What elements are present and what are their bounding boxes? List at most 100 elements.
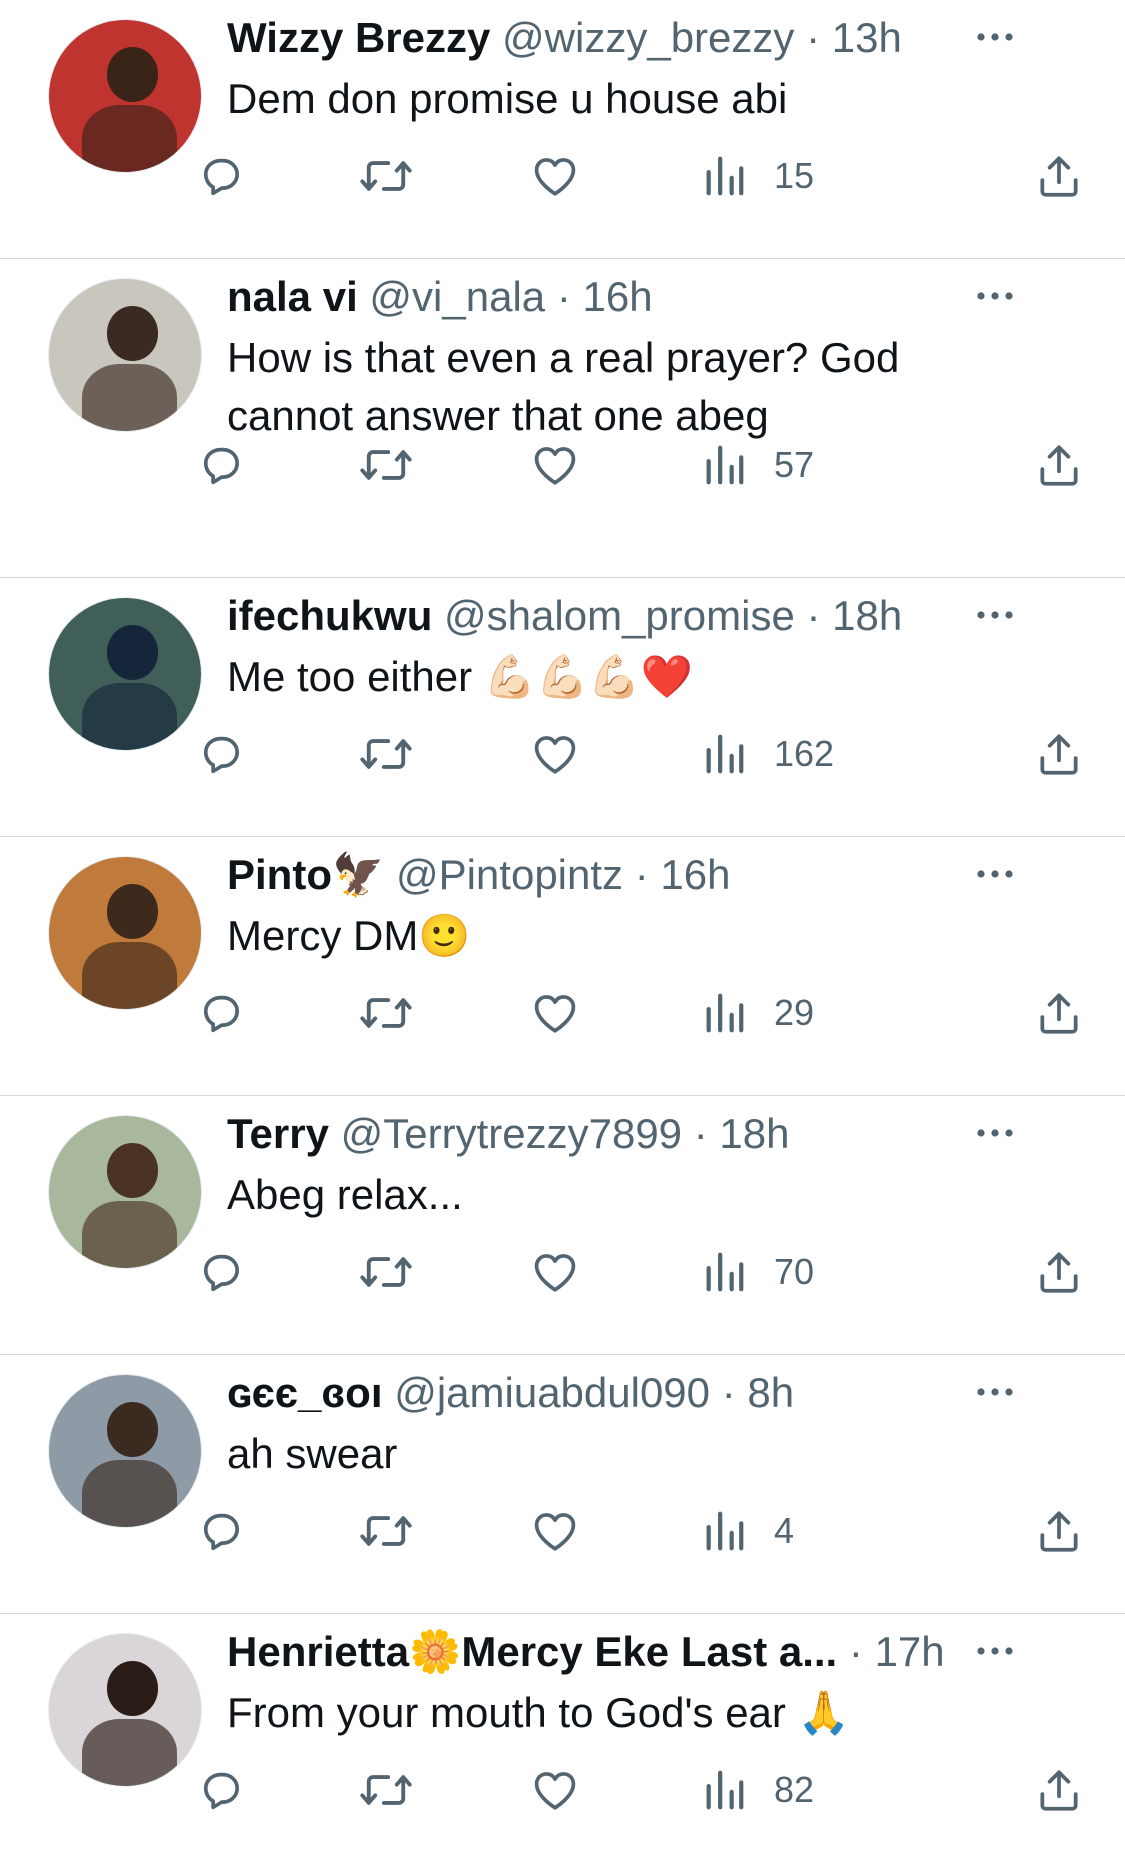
avatar-figure xyxy=(82,364,177,431)
views-icon xyxy=(702,442,746,488)
tweet-text: ah swear xyxy=(227,1430,398,1477)
share-button[interactable] xyxy=(1034,985,1084,1041)
share-icon xyxy=(1034,439,1084,491)
share-icon xyxy=(1034,1764,1084,1816)
tweet[interactable]: Pinto🦅 @Pintopintz · 16h Mercy DM🙂 29 xyxy=(0,837,1125,1096)
retweet-button[interactable] xyxy=(358,1244,414,1300)
user-handle[interactable]: @wizzy_brezzy xyxy=(502,14,794,61)
views-button[interactable]: 162 xyxy=(702,726,834,782)
tweet[interactable]: Henrietta🌼Mercy Eke Last a... · 17h From… xyxy=(0,1614,1125,1873)
avatar[interactable] xyxy=(48,597,202,751)
timestamp[interactable]: 18h xyxy=(832,592,902,639)
tweet[interactable]: Wizzy Brezzy @wizzy_brezzy · 13h Dem don… xyxy=(0,0,1125,259)
views-button[interactable]: 29 xyxy=(702,985,814,1041)
share-button[interactable] xyxy=(1034,1762,1084,1818)
heart-icon xyxy=(528,1246,582,1298)
display-name[interactable]: nala vi xyxy=(227,273,358,320)
separator-dot: · xyxy=(848,1628,863,1675)
user-handle[interactable]: @Terrytrezzy7899 xyxy=(341,1110,682,1157)
tweet[interactable]: ifechukwu @shalom_promise · 18h Me too e… xyxy=(0,578,1125,837)
display-name[interactable]: Henrietta🌼Mercy Eke Last a... xyxy=(227,1628,837,1675)
reply-feed: Wizzy Brezzy @wizzy_brezzy · 13h Dem don… xyxy=(0,0,1125,1873)
separator-dot: · xyxy=(806,592,821,639)
retweet-button[interactable] xyxy=(358,1503,414,1559)
reply-button[interactable] xyxy=(196,985,248,1041)
display-name[interactable]: ɢєє_ɞoı xyxy=(227,1369,383,1416)
heart-icon xyxy=(528,439,582,491)
views-button[interactable]: 57 xyxy=(702,437,814,493)
user-handle[interactable]: @vi_nala xyxy=(369,273,545,320)
avatar-face xyxy=(106,884,159,940)
timestamp[interactable]: 16h xyxy=(660,851,730,898)
more-icon[interactable] xyxy=(975,857,1015,891)
tweet[interactable]: Terry @Terrytrezzy7899 · 18h Abeg relax.… xyxy=(0,1096,1125,1355)
avatar[interactable] xyxy=(48,1633,202,1787)
tweet[interactable]: ɢєє_ɞoı @jamiuabdul090 · 8h ah swear 4 xyxy=(0,1355,1125,1614)
display-name[interactable]: Wizzy Brezzy xyxy=(227,14,490,61)
like-button[interactable] xyxy=(528,985,582,1041)
reply-icon xyxy=(196,150,248,202)
reply-button[interactable] xyxy=(196,148,248,204)
tweet-text: Me too either 💪🏻💪🏻💪🏻❤️ xyxy=(227,653,693,700)
reply-button[interactable] xyxy=(196,726,248,782)
avatar[interactable] xyxy=(48,1374,202,1528)
timestamp[interactable]: 17h xyxy=(875,1628,945,1675)
like-button[interactable] xyxy=(528,726,582,782)
user-handle[interactable]: @shalom_promise xyxy=(444,592,795,639)
share-button[interactable] xyxy=(1034,148,1084,204)
reply-button[interactable] xyxy=(196,437,248,493)
avatar[interactable] xyxy=(48,1115,202,1269)
reply-button[interactable] xyxy=(196,1762,248,1818)
like-button[interactable] xyxy=(528,1503,582,1559)
more-icon[interactable] xyxy=(975,1634,1015,1668)
user-handle[interactable]: @Pintopintz xyxy=(396,851,623,898)
reply-button[interactable] xyxy=(196,1503,248,1559)
like-button[interactable] xyxy=(528,437,582,493)
avatar[interactable] xyxy=(48,856,202,1010)
more-icon[interactable] xyxy=(975,20,1015,54)
avatar-face xyxy=(106,1661,159,1717)
retweet-button[interactable] xyxy=(358,726,414,782)
heart-icon xyxy=(528,150,582,202)
avatar[interactable] xyxy=(48,278,202,432)
retweet-button[interactable] xyxy=(358,437,414,493)
separator-dot: · xyxy=(693,1110,708,1157)
retweet-button[interactable] xyxy=(358,1762,414,1818)
retweet-button[interactable] xyxy=(358,985,414,1041)
display-name[interactable]: ifechukwu xyxy=(227,592,432,639)
more-icon[interactable] xyxy=(975,279,1015,313)
display-name[interactable]: Terry xyxy=(227,1110,329,1157)
reply-icon xyxy=(196,439,248,491)
share-button[interactable] xyxy=(1034,726,1084,782)
timestamp[interactable]: 18h xyxy=(719,1110,789,1157)
retweet-button[interactable] xyxy=(358,148,414,204)
display-name[interactable]: Pinto🦅 xyxy=(227,851,384,898)
view-count: 70 xyxy=(774,1251,815,1292)
like-button[interactable] xyxy=(528,1762,582,1818)
views-button[interactable]: 15 xyxy=(702,148,814,204)
more-icon[interactable] xyxy=(975,598,1015,632)
retweet-icon xyxy=(358,439,414,491)
reply-button[interactable] xyxy=(196,1244,248,1300)
views-button[interactable]: 82 xyxy=(702,1762,814,1818)
reply-icon xyxy=(196,1505,248,1557)
timestamp[interactable]: 16h xyxy=(583,273,653,320)
tweet-header: ifechukwu @shalom_promise · 18h xyxy=(227,590,975,642)
avatar-face xyxy=(106,306,159,362)
share-button[interactable] xyxy=(1034,1503,1084,1559)
timestamp[interactable]: 13h xyxy=(832,14,902,61)
views-icon xyxy=(702,1767,746,1813)
user-handle[interactable]: @jamiuabdul090 xyxy=(394,1369,710,1416)
more-icon[interactable] xyxy=(975,1375,1015,1409)
timestamp[interactable]: 8h xyxy=(747,1369,794,1416)
avatar[interactable] xyxy=(48,19,202,173)
share-button[interactable] xyxy=(1034,1244,1084,1300)
views-icon xyxy=(702,1249,746,1295)
like-button[interactable] xyxy=(528,148,582,204)
views-button[interactable]: 4 xyxy=(702,1503,794,1559)
views-button[interactable]: 70 xyxy=(702,1244,814,1300)
share-button[interactable] xyxy=(1034,437,1084,493)
like-button[interactable] xyxy=(528,1244,582,1300)
tweet[interactable]: nala vi @vi_nala · 16h How is that even … xyxy=(0,259,1125,578)
more-icon[interactable] xyxy=(975,1116,1015,1150)
